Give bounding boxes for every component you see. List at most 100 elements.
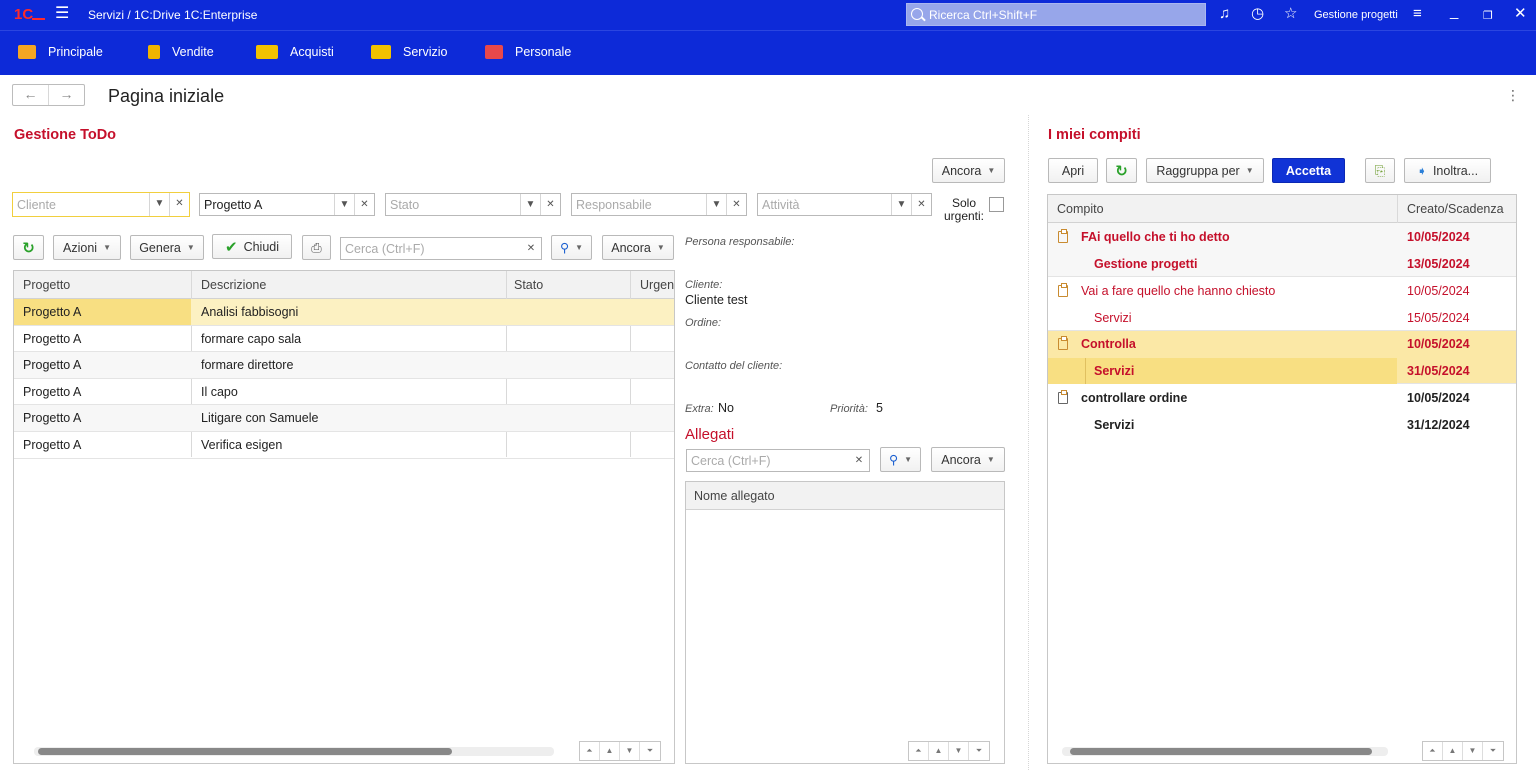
clear-icon[interactable]: ✕ [521, 238, 541, 259]
todo-more-button[interactable]: Ancora ▼ [932, 158, 1005, 183]
refresh-button[interactable]: ↻ [13, 235, 44, 260]
horizontal-scrollbar[interactable] [1062, 747, 1388, 756]
dropdown-icon[interactable]: ▼ [334, 194, 354, 215]
down-icon[interactable]: ▼ [949, 742, 969, 760]
clear-icon[interactable]: ✕ [540, 194, 560, 215]
cliente-placeholder: Cliente [17, 197, 56, 212]
inoltra-button[interactable]: ➧ Inoltra... [1404, 158, 1491, 183]
allegati-search-options-button[interactable]: ⚲ ▼ [880, 447, 921, 472]
task-title: FAi quello che ti ho detto [1081, 230, 1230, 244]
dropdown-icon[interactable]: ▼ [891, 194, 911, 215]
task-due: 15/05/2024 [1407, 311, 1470, 325]
last-icon[interactable]: ⏷ [969, 742, 989, 760]
apri-button[interactable]: Apri [1048, 158, 1098, 183]
bell-icon[interactable]: ♫ [1219, 6, 1230, 22]
chiudi-button[interactable]: ✔ Chiudi [212, 234, 292, 259]
stato-filter[interactable]: Stato ▼ ✕ [385, 193, 561, 216]
todo-table[interactable]: Progetto Descrizione Stato Urgen Progett… [13, 270, 675, 764]
table-row[interactable]: Progetto A Il capo [14, 379, 674, 406]
allegati-search-input[interactable]: Cerca (Ctrl+F) ✕ [686, 449, 870, 472]
minimize-icon[interactable]: _ [1450, 4, 1458, 20]
responsabile-filter[interactable]: Responsabile ▼ ✕ [571, 193, 747, 216]
up-icon[interactable]: ▲ [600, 742, 620, 760]
close-icon[interactable]: ✕ [1514, 6, 1527, 22]
history-icon[interactable]: ◷ [1251, 6, 1264, 22]
menu-vendite[interactable]: Vendite [148, 45, 214, 59]
task-row[interactable]: Controlla 10/05/2024 Servizi 31/05/2024 [1048, 331, 1516, 384]
last-icon[interactable]: ⏷ [640, 742, 660, 760]
progetto-filter[interactable]: Progetto A ▼ ✕ [199, 193, 375, 216]
compiti-table[interactable]: Compito Creato/Scadenza FAi quello che t… [1047, 194, 1517, 764]
menu-personale[interactable]: Personale [485, 45, 571, 59]
caret-down-icon: ▼ [904, 455, 913, 464]
current-section-label[interactable]: Gestione progetti [1314, 9, 1398, 21]
menu-acquisti[interactable]: Acquisti [256, 45, 334, 59]
menu-servizio[interactable]: Servizio [371, 45, 447, 59]
print-button[interactable]: ⎙ [302, 235, 331, 260]
allegati-table[interactable]: Nome allegato ⏶ ▲ ▼ ⏷ [685, 481, 1005, 764]
back-arrow-icon[interactable]: ← [13, 85, 49, 105]
accetta-button[interactable]: Accetta [1272, 158, 1345, 183]
column-urgente[interactable]: Urgen [640, 278, 674, 292]
up-icon[interactable]: ▲ [929, 742, 949, 760]
caret-down-icon: ▼ [103, 243, 111, 252]
down-icon[interactable]: ▼ [620, 742, 640, 760]
more-options-icon[interactable]: ⋮ [1506, 87, 1520, 104]
horizontal-scrollbar[interactable] [34, 747, 554, 756]
first-icon[interactable]: ⏶ [1423, 742, 1443, 760]
refresh-icon: ↻ [22, 239, 35, 257]
raggruppa-button[interactable]: Raggruppa per ▼ [1146, 158, 1264, 183]
allegati-more-button[interactable]: Ancora ▼ [931, 447, 1005, 472]
restore-icon[interactable]: ❐ [1483, 8, 1493, 24]
1c-logo-icon[interactable]: 1C [14, 5, 46, 23]
svg-text:1C: 1C [14, 6, 33, 23]
attivita-filter[interactable]: Attività ▼ ✕ [757, 193, 932, 216]
solo-urgenti-checkbox[interactable] [989, 197, 1004, 212]
column-compito[interactable]: Compito [1057, 202, 1104, 216]
global-search-input[interactable]: Ricerca Ctrl+Shift+F [906, 3, 1206, 26]
column-descrizione[interactable]: Descrizione [201, 278, 266, 292]
column-nome-allegato[interactable]: Nome allegato [694, 489, 775, 503]
clear-icon[interactable]: ✕ [849, 450, 869, 471]
first-icon[interactable]: ⏶ [909, 742, 929, 760]
clear-icon[interactable]: ✕ [354, 194, 374, 215]
main-menu-icon[interactable]: ☰ [55, 6, 69, 22]
menu-principale[interactable]: Principale [18, 45, 103, 59]
export-button[interactable]: ⎘ [1365, 158, 1395, 183]
last-icon[interactable]: ⏷ [1483, 742, 1503, 760]
clear-icon[interactable]: ✕ [169, 193, 189, 216]
global-search-placeholder: Ricerca Ctrl+Shift+F [929, 8, 1038, 22]
down-icon[interactable]: ▼ [1463, 742, 1483, 760]
forward-arrow-icon[interactable]: → [49, 85, 84, 105]
dropdown-icon[interactable]: ▼ [149, 193, 169, 216]
star-icon[interactable]: ☆ [1284, 6, 1297, 22]
column-creato-scadenza[interactable]: Creato/Scadenza [1407, 202, 1504, 216]
table-row[interactable]: Progetto A Analisi fabbisogni [14, 299, 674, 326]
task-row[interactable]: controllare ordine 10/05/2024 Servizi 31… [1048, 384, 1516, 438]
dropdown-icon[interactable]: ▼ [520, 194, 540, 215]
cliente-value[interactable]: Cliente test [685, 293, 748, 307]
cliente-filter[interactable]: Cliente ▼ ✕ [12, 192, 190, 217]
cell-progetto: Progetto A [23, 384, 82, 399]
table-row[interactable]: Progetto A formare capo sala [14, 326, 674, 353]
clear-icon[interactable]: ✕ [726, 194, 746, 215]
dropdown-icon[interactable]: ▼ [706, 194, 726, 215]
task-row[interactable]: FAi quello che ti ho detto 10/05/2024 Ge… [1048, 223, 1516, 277]
up-icon[interactable]: ▲ [1443, 742, 1463, 760]
settings-menu-icon[interactable]: ≡ [1413, 6, 1422, 22]
table-row[interactable]: Progetto A Litigare con Samuele [14, 405, 674, 432]
azioni-button[interactable]: Azioni ▼ [53, 235, 121, 260]
compiti-refresh-button[interactable]: ↻ [1106, 158, 1137, 183]
first-icon[interactable]: ⏶ [580, 742, 600, 760]
todo-list-more-button[interactable]: Ancora ▼ [602, 235, 674, 260]
table-row[interactable]: Progetto A formare direttore [14, 352, 674, 379]
todo-search-input[interactable]: Cerca (Ctrl+F) ✕ [340, 237, 542, 260]
table-row[interactable]: Progetto A Verifica esigen [14, 432, 674, 459]
column-progetto[interactable]: Progetto [23, 278, 70, 292]
caret-down-icon: ▼ [987, 166, 996, 175]
search-options-button[interactable]: ⚲ ▼ [551, 235, 592, 260]
task-row[interactable]: Vai a fare quello che hanno chiesto 10/0… [1048, 277, 1516, 331]
column-stato[interactable]: Stato [514, 278, 543, 292]
clear-icon[interactable]: ✕ [911, 194, 931, 215]
genera-button[interactable]: Genera ▼ [130, 235, 204, 260]
